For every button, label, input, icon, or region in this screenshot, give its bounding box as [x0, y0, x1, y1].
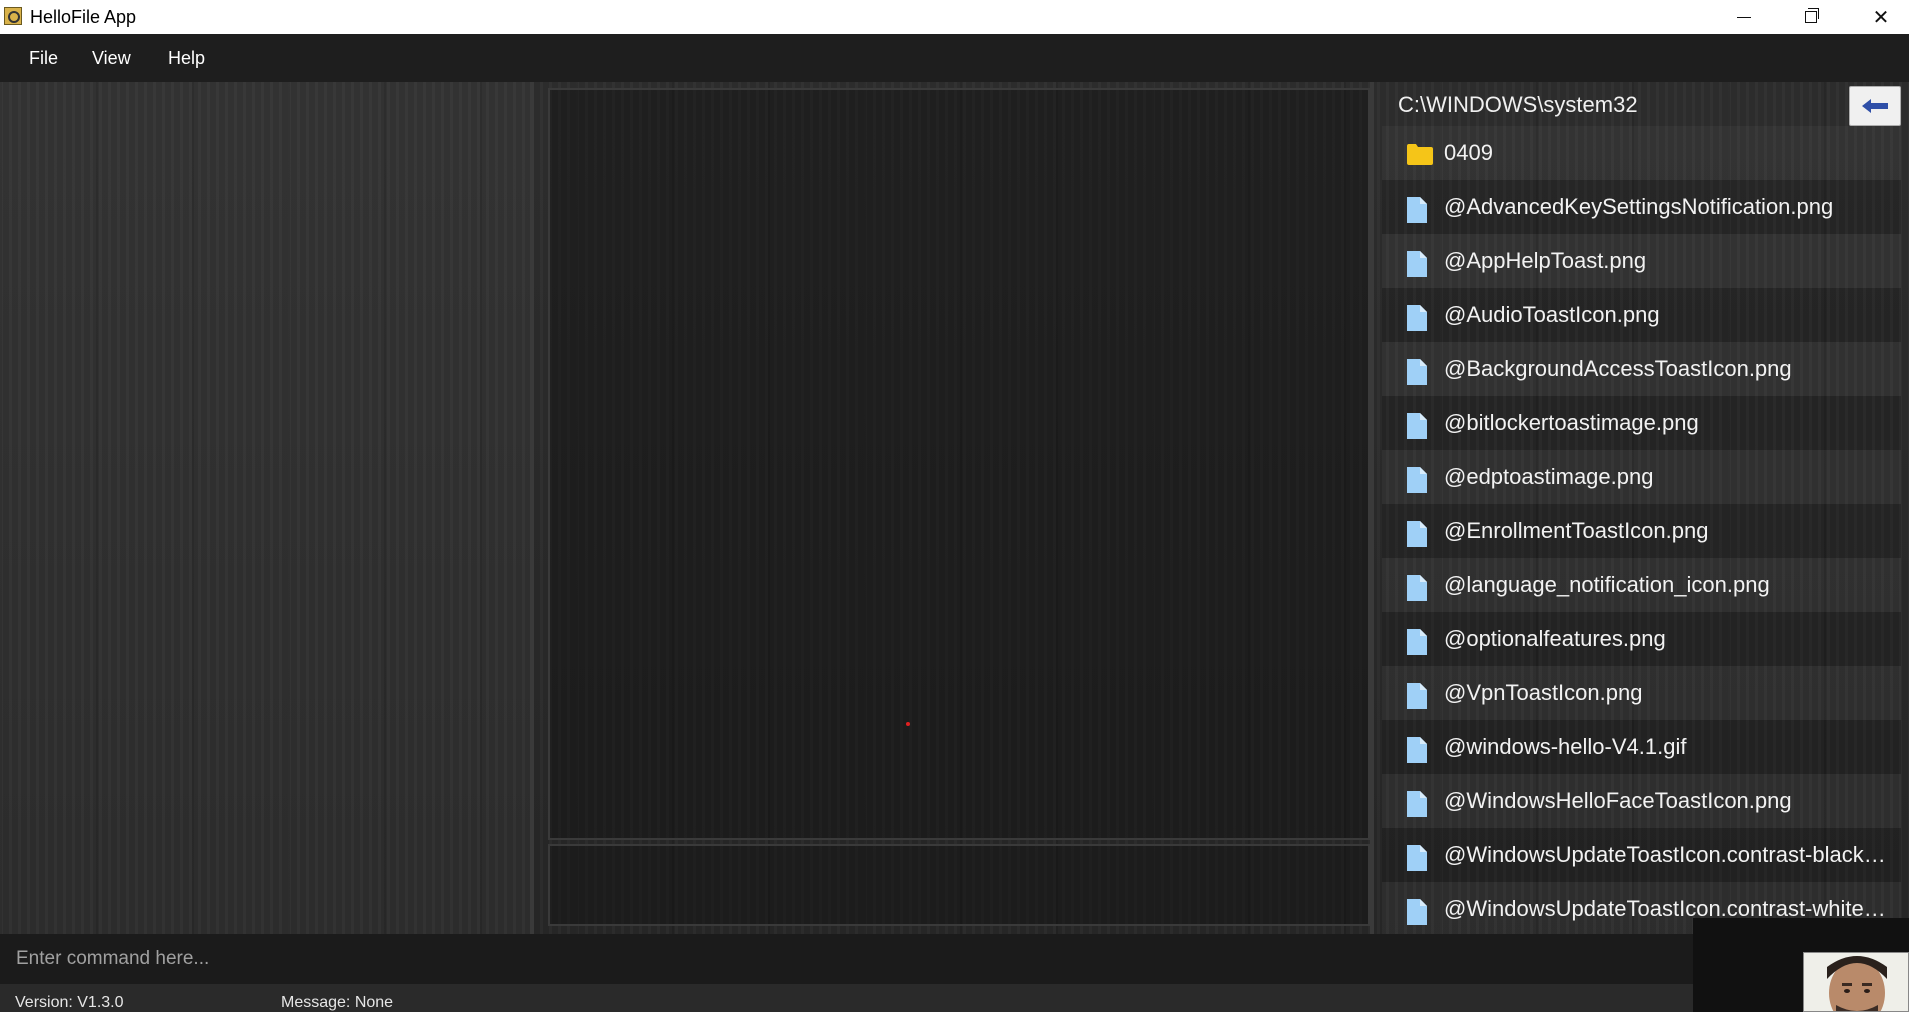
- command-input[interactable]: [0, 934, 1693, 984]
- message-label: Message: None: [281, 994, 394, 1011]
- file-row[interactable]: @WindowsHelloFaceToastIcon.png: [1382, 774, 1901, 828]
- file-name: @AudioToastIcon.png: [1444, 302, 1660, 327]
- file-icon: [1407, 521, 1429, 547]
- magnifier-app-icon: [4, 7, 22, 25]
- file-icon: [1407, 899, 1429, 925]
- file-icon: [1407, 575, 1429, 601]
- details-panel: [548, 844, 1370, 926]
- file-icon: [1407, 737, 1429, 763]
- menu-bar: File View Help: [0, 34, 1909, 82]
- left-panel: [0, 82, 534, 934]
- title-bar: HelloFile App ✕: [0, 0, 1909, 34]
- file-icon: [1407, 413, 1429, 439]
- file-icon: [1407, 629, 1429, 655]
- menu-file[interactable]: File: [29, 34, 58, 82]
- file-icon: [1407, 683, 1429, 709]
- file-name: @EnrollmentToastIcon.png: [1444, 518, 1709, 543]
- file-row[interactable]: @edptoastimage.png: [1382, 450, 1901, 504]
- file-name: @WindowsHelloFaceToastIcon.png: [1444, 788, 1792, 813]
- file-row[interactable]: @EnrollmentToastIcon.png: [1382, 504, 1901, 558]
- minimize-button[interactable]: [1716, 0, 1772, 34]
- status-bar: Version: V1.3.0 Message: None: [0, 984, 1693, 1012]
- file-list: 0409 @AdvancedKeySettingsNotification.png…: [1382, 126, 1901, 934]
- file-name: @AppHelpToast.png: [1444, 248, 1647, 273]
- menu-view[interactable]: View: [92, 34, 131, 82]
- file-row[interactable]: @windows-hello-V4.1.gif: [1382, 720, 1901, 774]
- file-row[interactable]: @AppHelpToast.png: [1382, 234, 1901, 288]
- folder-row[interactable]: 0409: [1382, 126, 1901, 180]
- face-image: [1804, 953, 1908, 1011]
- file-row[interactable]: @VpnToastIcon.png: [1382, 666, 1901, 720]
- file-name: @language_notification_icon.png: [1444, 572, 1770, 597]
- back-button[interactable]: [1849, 86, 1901, 126]
- webcam-feed: [1803, 952, 1909, 1012]
- file-name: @WindowsUpdateToastIcon.contrast-black.p…: [1444, 842, 1890, 867]
- current-path: C:\WINDOWS\system32: [1398, 92, 1638, 117]
- file-name: @AdvancedKeySettingsNotification.png: [1444, 194, 1834, 219]
- webcam-overlay: [1693, 918, 1909, 1012]
- preview-panel: [548, 88, 1370, 840]
- file-browser: C:\WINDOWS\system32 0409 @AdvancedKeySett…: [1382, 82, 1909, 934]
- file-icon: [1407, 359, 1429, 385]
- window-title: HelloFile App: [30, 7, 137, 27]
- restore-icon: [1805, 8, 1819, 23]
- folder-icon: [1407, 143, 1433, 169]
- file-icon: [1407, 791, 1429, 817]
- file-icon: [1407, 467, 1429, 493]
- minimize-icon: [1737, 16, 1751, 18]
- panel-divider[interactable]: [1370, 82, 1374, 934]
- file-row[interactable]: @bitlockertoastimage.png: [1382, 396, 1901, 450]
- file-name: @edptoastimage.png: [1444, 464, 1654, 489]
- file-name: @optionalfeatures.png: [1444, 626, 1666, 651]
- close-button[interactable]: ✕: [1853, 0, 1909, 34]
- file-icon: [1407, 251, 1429, 277]
- file-row[interactable]: @BackgroundAccessToastIcon.png: [1382, 342, 1901, 396]
- file-name: 0409: [1444, 140, 1493, 165]
- file-icon: [1407, 197, 1429, 223]
- file-icon: [1407, 305, 1429, 331]
- version-label: Version: V1.3.0: [15, 994, 124, 1011]
- arrow-left-icon: [1862, 99, 1888, 113]
- menu-help[interactable]: Help: [168, 34, 205, 82]
- file-name: @windows-hello-V4.1.gif: [1444, 734, 1687, 759]
- file-row[interactable]: @AudioToastIcon.png: [1382, 288, 1901, 342]
- file-name: @BackgroundAccessToastIcon.png: [1444, 356, 1792, 381]
- restore-button[interactable]: [1783, 0, 1839, 34]
- file-icon: [1407, 845, 1429, 871]
- file-row[interactable]: @optionalfeatures.png: [1382, 612, 1901, 666]
- file-name: @VpnToastIcon.png: [1444, 680, 1643, 705]
- close-icon: ✕: [1872, 6, 1890, 29]
- file-row[interactable]: @WindowsUpdateToastIcon.contrast-black.p…: [1382, 828, 1901, 882]
- cursor-dot: [906, 722, 910, 726]
- file-name: @bitlockertoastimage.png: [1444, 410, 1699, 435]
- file-row[interactable]: @language_notification_icon.png: [1382, 558, 1901, 612]
- file-row[interactable]: @AdvancedKeySettingsNotification.png: [1382, 180, 1901, 234]
